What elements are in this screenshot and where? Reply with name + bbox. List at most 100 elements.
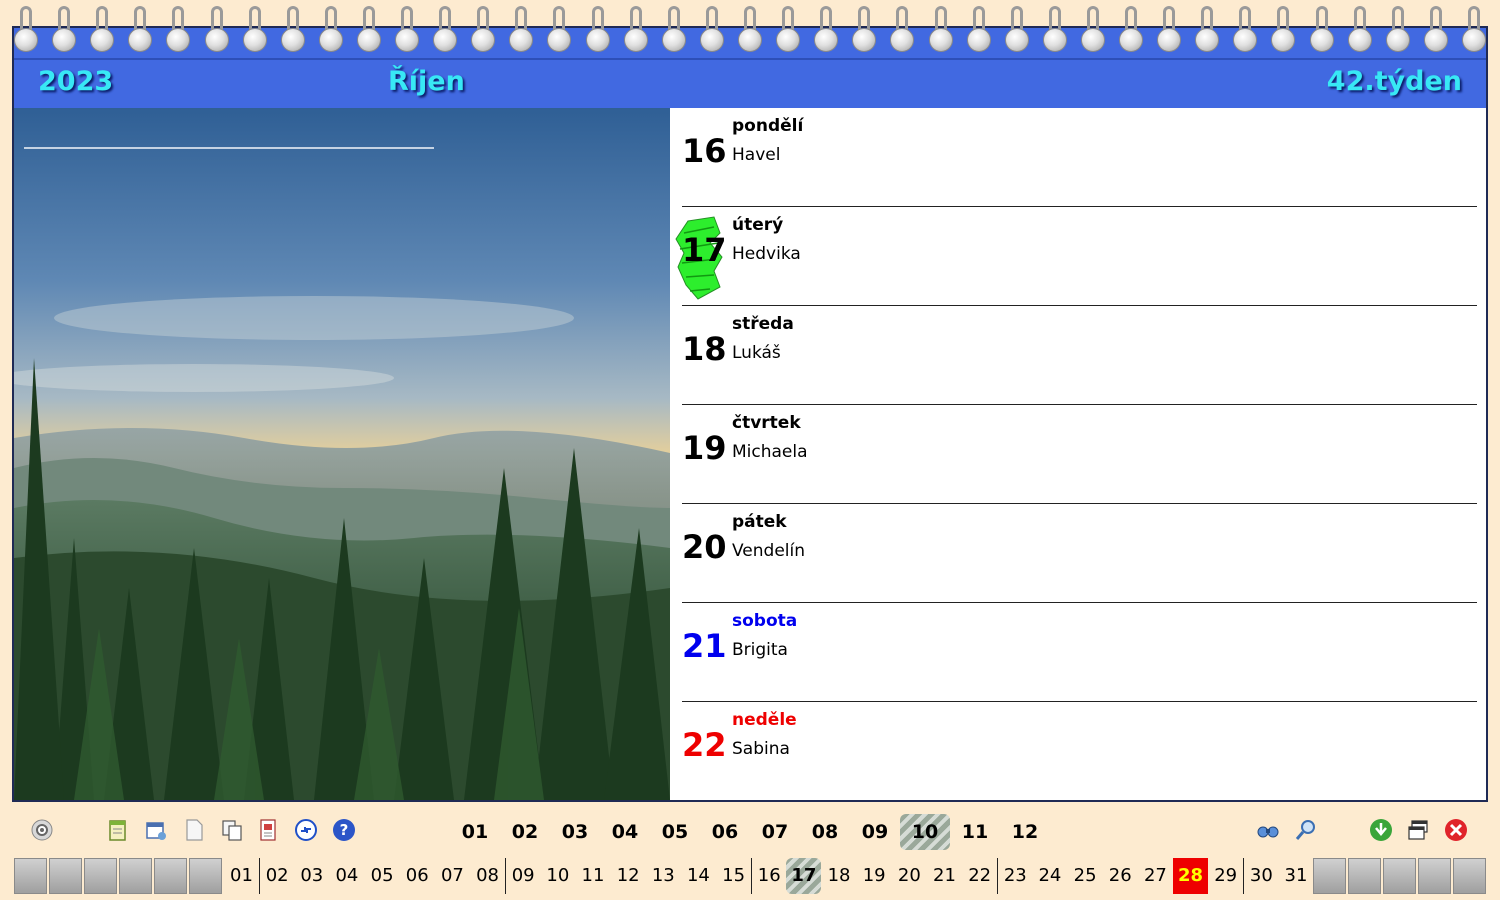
empty-day-slot — [154, 858, 187, 894]
notes-icon[interactable] — [106, 818, 130, 842]
day-row[interactable]: 18 středa Lukáš — [682, 306, 1477, 405]
binding-ring — [1004, 6, 1029, 54]
day-button-20[interactable]: 20 — [892, 858, 927, 894]
day-button-31[interactable]: 31 — [1279, 858, 1314, 894]
month-button-10[interactable]: 10 — [900, 814, 950, 850]
empty-day-slot — [84, 858, 117, 894]
day-button-02[interactable]: 02 — [259, 858, 294, 894]
day-button-09[interactable]: 09 — [505, 858, 540, 894]
day-button-27[interactable]: 27 — [1138, 858, 1173, 894]
nameday-label: Michaela — [732, 442, 808, 462]
day-button-30[interactable]: 30 — [1243, 858, 1278, 894]
windows-icon[interactable] — [1406, 818, 1430, 842]
settings-icon[interactable] — [30, 818, 54, 842]
month-button-02[interactable]: 02 — [500, 814, 550, 850]
day-button-14[interactable]: 14 — [681, 858, 716, 894]
binding-ring — [1042, 6, 1067, 54]
day-row[interactable]: 20 pátek Vendelín — [682, 504, 1477, 603]
month-button-07[interactable]: 07 — [750, 814, 800, 850]
svg-text:?: ? — [340, 821, 349, 839]
day-button-13[interactable]: 13 — [646, 858, 681, 894]
day-name: pátek — [732, 512, 787, 532]
binding-ring — [1347, 6, 1372, 54]
day-button-10[interactable]: 10 — [540, 858, 575, 894]
day-row[interactable]: 19 čtvrtek Michaela — [682, 405, 1477, 504]
day-button-03[interactable]: 03 — [294, 858, 329, 894]
day-button-06[interactable]: 06 — [400, 858, 435, 894]
print-icon[interactable] — [257, 818, 281, 842]
binding-ring — [890, 6, 915, 54]
day-button-26[interactable]: 26 — [1103, 858, 1138, 894]
nameday-label: Sabina — [732, 739, 790, 759]
zoom-icon[interactable] — [1294, 818, 1318, 842]
calendar-edit-icon[interactable] — [144, 818, 168, 842]
day-number: 20 — [682, 528, 727, 566]
binding-ring — [52, 6, 77, 54]
month-button-01[interactable]: 01 — [450, 814, 500, 850]
calendar-photo — [14, 108, 670, 800]
binding-ring — [852, 6, 877, 54]
day-button-12[interactable]: 12 — [611, 858, 646, 894]
day-button-04[interactable]: 04 — [329, 858, 364, 894]
day-button-05[interactable]: 05 — [365, 858, 400, 894]
header-bar — [14, 58, 1486, 108]
binding-ring — [699, 6, 724, 54]
day-row[interactable]: 21 sobota Brigita — [682, 603, 1477, 702]
day-button-18[interactable]: 18 — [822, 858, 857, 894]
binding-ring — [623, 6, 648, 54]
binding-ring — [1233, 6, 1258, 54]
day-button-29[interactable]: 29 — [1208, 858, 1243, 894]
day-row[interactable]: 16 pondělí Havel — [682, 108, 1477, 207]
month-button-04[interactable]: 04 — [600, 814, 650, 850]
day-button-22[interactable]: 22 — [962, 858, 997, 894]
day-button-07[interactable]: 07 — [435, 858, 470, 894]
sync-icon[interactable] — [294, 818, 318, 842]
day-row[interactable]: 17 úterý Hedvika — [675, 207, 1477, 306]
year-label: 2023 — [38, 66, 114, 97]
month-button-11[interactable]: 11 — [950, 814, 1000, 850]
day-number: 16 — [682, 132, 727, 170]
binding-ring — [661, 6, 686, 54]
day-name: čtvrtek — [732, 413, 801, 433]
day-button-21[interactable]: 21 — [927, 858, 962, 894]
copy-icon[interactable] — [220, 818, 244, 842]
day-button-25[interactable]: 25 — [1068, 858, 1103, 894]
month-button-09[interactable]: 09 — [850, 814, 900, 850]
day-button-15[interactable]: 15 — [716, 858, 751, 894]
binoculars-icon[interactable] — [1256, 818, 1280, 842]
binding-ring — [242, 6, 267, 54]
bottom-toolbar: ? 01 02 03 04 05 06 07 08 09 10 11 12 — [0, 806, 1500, 852]
month-button-03[interactable]: 03 — [550, 814, 600, 850]
month-button-05[interactable]: 05 — [650, 814, 700, 850]
nameday-label: Lukáš — [732, 343, 781, 363]
close-icon[interactable] — [1444, 818, 1468, 842]
binding-ring — [1195, 6, 1220, 54]
day-name: středa — [732, 314, 794, 334]
day-name: neděle — [732, 710, 797, 730]
day-button-01[interactable]: 01 — [224, 858, 259, 894]
download-icon[interactable] — [1369, 818, 1393, 842]
day-button-16[interactable]: 16 — [751, 858, 786, 894]
day-name: úterý — [732, 215, 784, 235]
day-row[interactable]: 22 neděle Sabina — [682, 702, 1477, 801]
day-button-19[interactable]: 19 — [857, 858, 892, 894]
day-button-24[interactable]: 24 — [1032, 858, 1067, 894]
nameday-label: Hedvika — [732, 244, 801, 264]
day-button-28[interactable]: 28 — [1173, 858, 1209, 894]
binding-ring — [1119, 6, 1144, 54]
day-button-17[interactable]: 17 — [786, 858, 822, 894]
day-button-08[interactable]: 08 — [470, 858, 505, 894]
binding-ring — [433, 6, 458, 54]
empty-day-slot — [189, 858, 222, 894]
empty-day-slot — [1313, 858, 1346, 894]
month-button-06[interactable]: 06 — [700, 814, 750, 850]
day-button-11[interactable]: 11 — [576, 858, 611, 894]
help-icon[interactable]: ? — [332, 818, 356, 842]
binding-ring — [776, 6, 801, 54]
day-button-23[interactable]: 23 — [997, 858, 1032, 894]
blank-page-icon[interactable] — [182, 818, 206, 842]
binding-ring — [1385, 6, 1410, 54]
day-selector-strip: 01 02 03 04 05 06 07 08 09 10 11 12 13 14 15 16 17 18 19 20… — [0, 854, 1500, 896]
month-button-12[interactable]: 12 — [1000, 814, 1050, 850]
month-button-08[interactable]: 08 — [800, 814, 850, 850]
